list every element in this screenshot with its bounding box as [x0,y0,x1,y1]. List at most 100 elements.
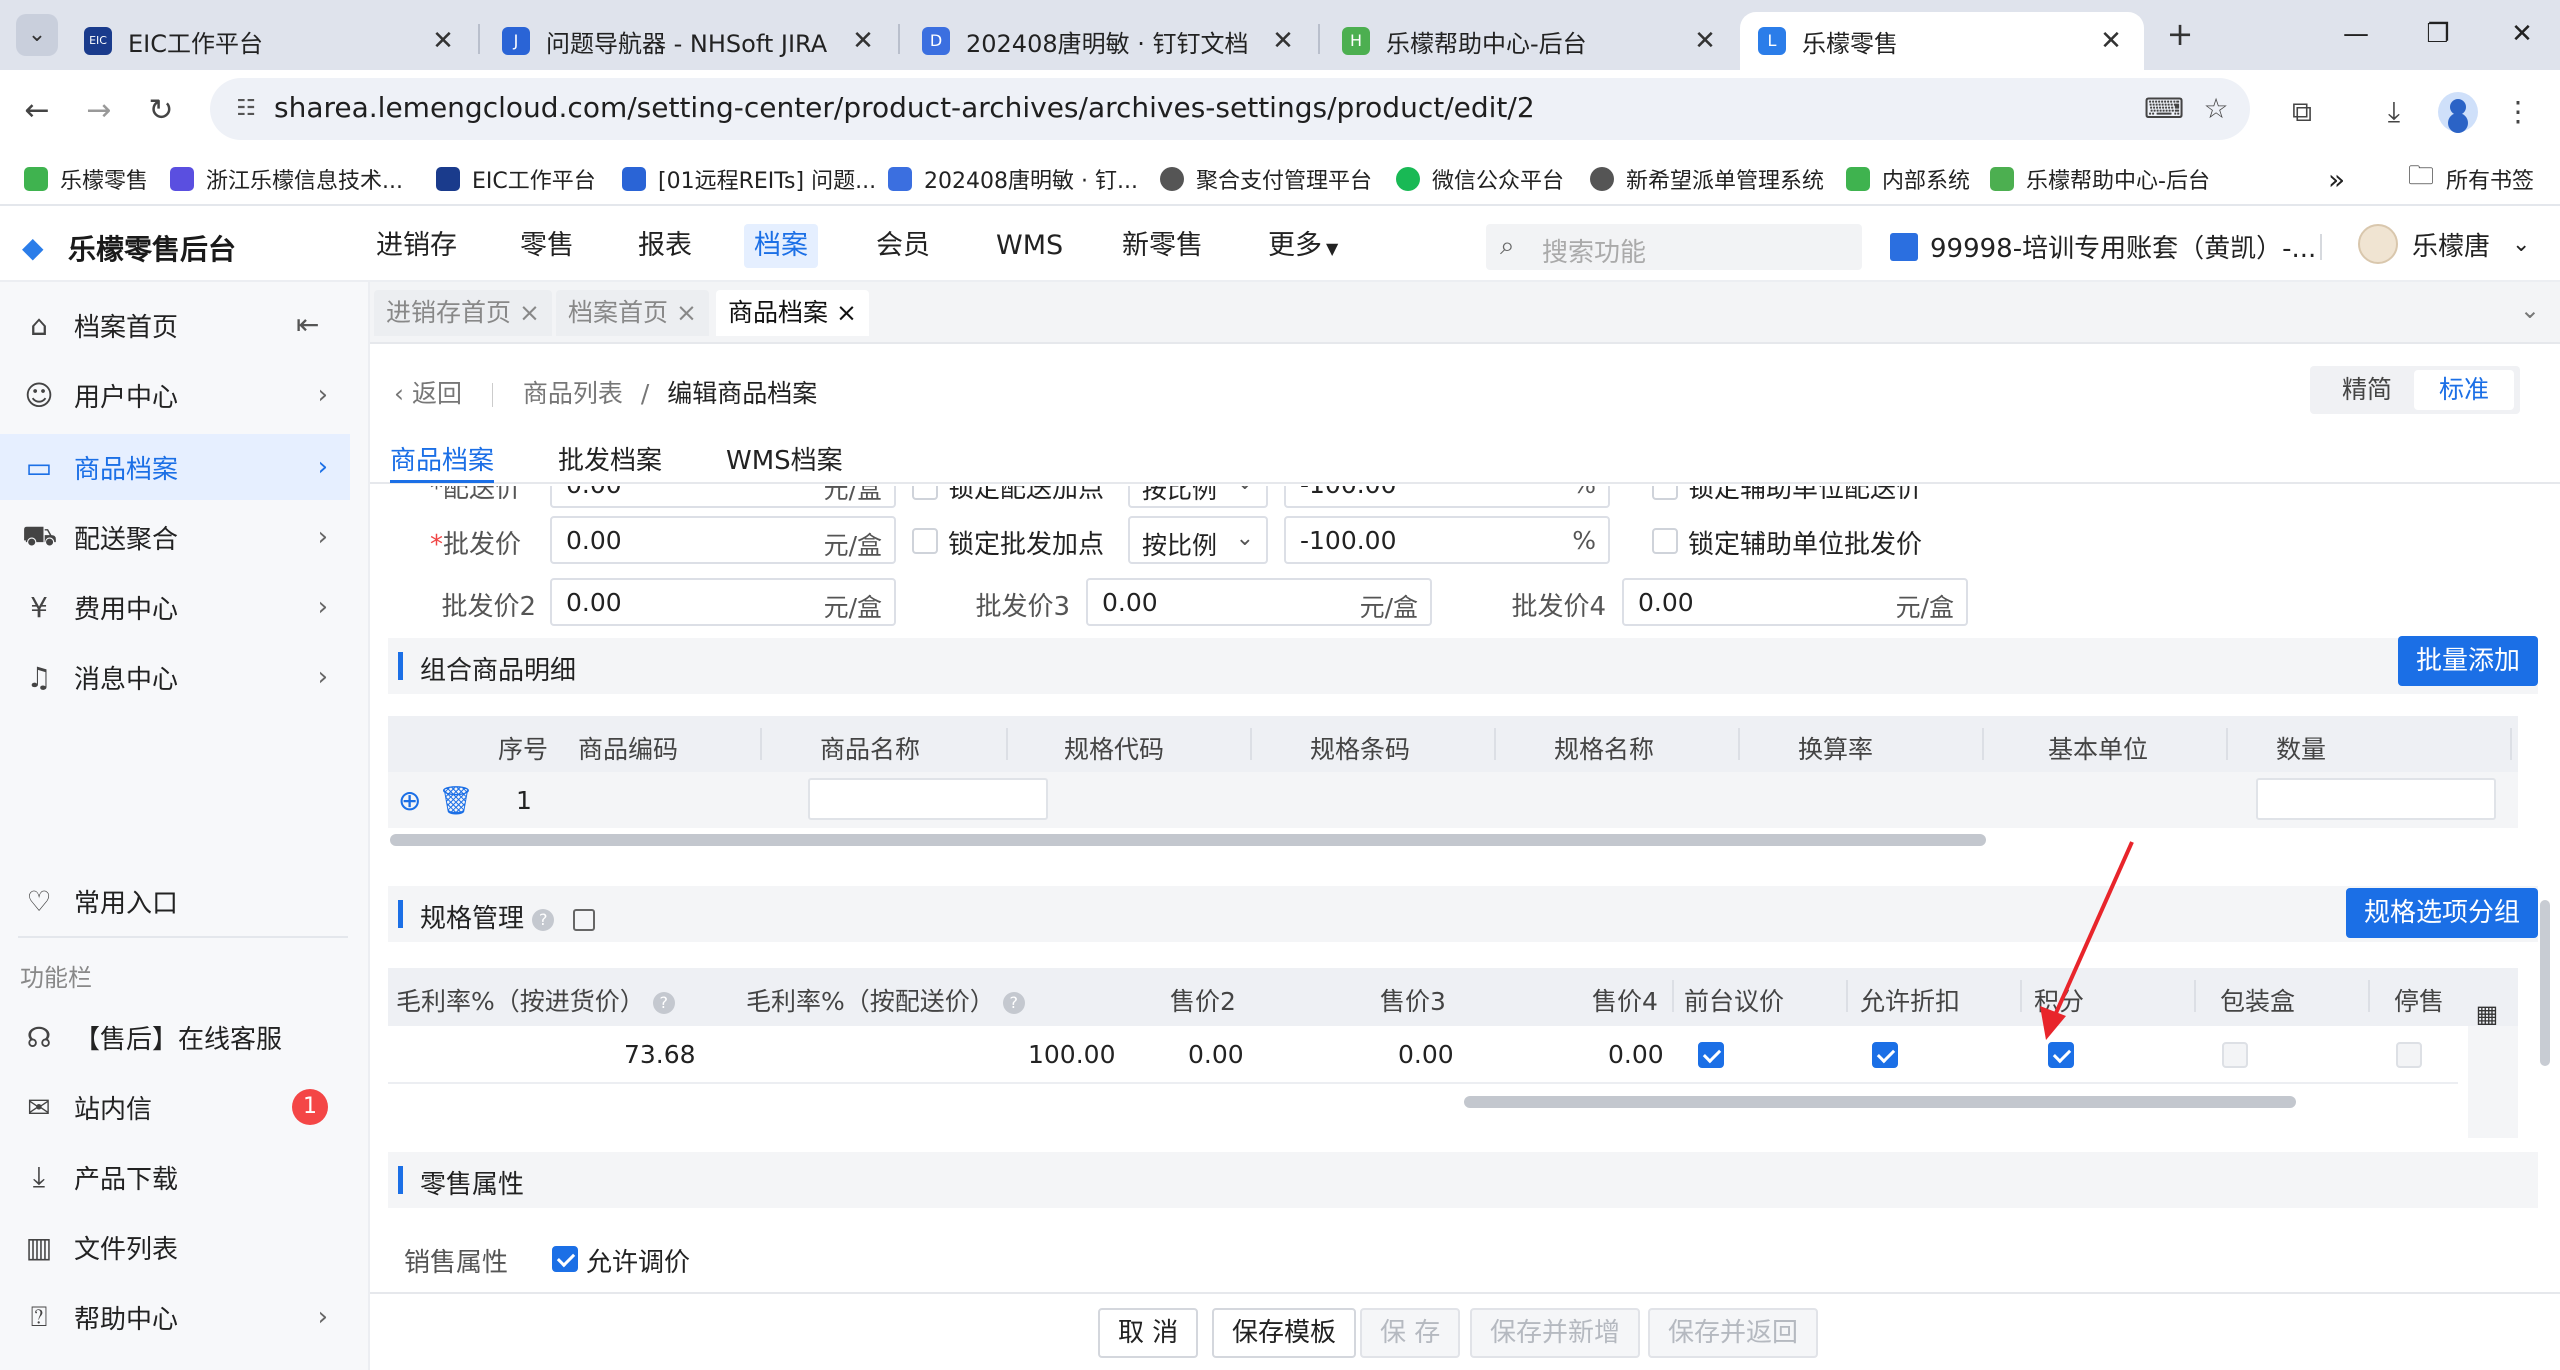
nav-inventory[interactable]: 进销存 [366,224,467,268]
bookmark-item[interactable]: 内部系统 [1846,162,1970,196]
sidebar-item-fees[interactable]: ¥ 费用中心 › [0,574,350,640]
form-scroll-area[interactable]: *配送价 0.00 元/盒 锁定配送加点 按比例 ⌄ -100.00 % 锁定辅… [370,486,2560,1292]
vertical-scrollbar[interactable] [2540,900,2550,1066]
spec-horizontal-scrollbar[interactable] [1464,1096,2296,1108]
bookmarks-overflow-icon[interactable]: » [2328,162,2345,196]
page-tab-product-archive[interactable]: 商品档案 × [716,290,869,336]
sidebar-item-product-archives[interactable]: ▭ 商品档案 › [0,434,350,500]
sidebar-item-product-download[interactable]: ⤓ 产品下载 [0,1144,350,1210]
bookmark-item[interactable]: [01远程REITs] 问题... [622,162,876,196]
save-template-button[interactable]: 保存模板 [1212,1308,1357,1358]
layout-icon[interactable] [572,908,595,931]
bookmark-item[interactable]: 聚合支付管理平台 [1160,162,1372,196]
sidebar-common-entry[interactable]: ♡ 常用入口 [0,868,350,934]
close-icon[interactable]: ✕ [428,26,458,56]
nav-wms[interactable]: WMS [986,224,1073,268]
wholesale-price4-input[interactable]: 0.00 元/盒 [1622,578,1968,626]
bookmark-item[interactable]: 微信公众平台 [1396,162,1564,196]
reload-icon[interactable]: ↻ [138,88,184,134]
url-text[interactable]: sharea.lemengcloud.com/setting-center/pr… [274,91,1535,124]
delivery-pct-input[interactable]: -100.00 % [1284,486,1610,508]
function-search[interactable]: ⌕ 搜索功能 [1486,224,1862,270]
bookmark-item[interactable]: 新希望派单管理系统 [1590,162,1824,196]
sidebar-item-file-list[interactable]: ▥ 文件列表 [0,1214,350,1280]
allow-discount-checkbox[interactable] [1872,1042,1898,1068]
product-name-input[interactable] [808,778,1048,820]
cancel-button[interactable]: 取 消 [1098,1308,1199,1358]
package-box-checkbox[interactable] [2222,1042,2248,1068]
wholesale-price3-input[interactable]: 0.00 元/盒 [1086,578,1432,626]
spec-group-button[interactable]: 规格选项分组 [2345,888,2538,938]
user-menu[interactable]: 乐檬唐 ⌄ [2358,224,2530,264]
translate-icon[interactable]: ⌨ [2144,91,2184,127]
profile-avatar[interactable] [2438,92,2478,132]
forward-arrow-icon[interactable]: → [76,88,122,134]
tab-wms-archive[interactable]: WMS档案 [726,440,843,477]
tabs-dropdown-icon[interactable]: ⌄ [2520,296,2540,324]
lock-aux-delivery-checkbox[interactable] [1652,486,1678,500]
delivery-mode-select[interactable]: 按比例 ⌄ [1128,486,1268,508]
mode-standard-button[interactable]: 标准 [2414,370,2514,410]
nav-members[interactable]: 会员 [866,224,940,268]
download-icon[interactable]: ⤓ [2372,90,2416,134]
brand[interactable]: ◆ 乐檬零售后台 [22,228,236,268]
delivery-price-input[interactable]: 0.00 元/盒 [550,486,896,508]
bookmark-item[interactable]: 202408唐明敏 · 钉... [888,162,1138,196]
browser-tab-help[interactable]: H 乐檬帮助中心-后台 ✕ [1324,12,1738,70]
bookmark-item[interactable]: 浙江乐檬信息技术... [170,162,403,196]
sidebar-item-inbox[interactable]: ✉ 站内信 1 [0,1074,350,1140]
close-icon[interactable]: ✕ [1690,26,1720,56]
back-link[interactable]: ‹ 返回 [394,379,462,408]
wholesale-price2-input[interactable]: 0.00 元/盒 [550,578,896,626]
save-and-new-button[interactable]: 保存并新增 [1470,1308,1641,1358]
save-button[interactable]: 保 存 [1360,1308,1461,1358]
collapse-sidebar-icon[interactable]: ⇤ [296,308,319,341]
breadcrumb-parent[interactable]: 商品列表 [523,379,623,408]
browser-tab-dingtalk[interactable]: D 202408唐明敏 · 钉钉文档 ✕ [904,12,1316,70]
tab-product-archive[interactable]: 商品档案 [390,440,495,483]
lock-wholesale-markup-checkbox[interactable] [912,528,938,554]
add-row-icon[interactable]: ⊕ [398,784,421,817]
star-icon[interactable]: ☆ [2198,91,2234,127]
tab-search-icon[interactable]: ⌄ [16,14,58,56]
extensions-icon[interactable]: ⧉ [2280,90,2324,134]
sidebar-item-delivery[interactable]: ⛟ 配送聚合 › [0,504,350,570]
points-checkbox[interactable] [2048,1042,2074,1068]
save-and-return-button[interactable]: 保存并返回 [1648,1308,1819,1358]
sidebar-item-user-center[interactable]: ☺ 用户中心 › [0,362,350,428]
close-icon[interactable]: ✕ [848,26,878,56]
help-icon[interactable]: ? [1002,992,1025,1014]
delete-row-icon[interactable]: 🗑 [438,784,474,817]
all-bookmarks[interactable]: 🗀 所有书签 [2408,161,2534,196]
bargain-checkbox[interactable] [1698,1042,1724,1068]
address-bar[interactable]: ☷ sharea.lemengcloud.com/setting-center/… [210,78,2250,140]
help-icon[interactable]: ? [532,908,555,931]
allow-price-adjust-checkbox[interactable] [552,1246,578,1272]
help-icon[interactable]: ? [652,992,675,1014]
quantity-input[interactable] [2256,778,2496,820]
lock-aux-wholesale-checkbox[interactable] [1652,528,1678,554]
page-tab-archive-home[interactable]: 档案首页 × [556,290,709,336]
stop-sale-checkbox[interactable] [2396,1042,2422,1068]
page-tab-inventory-home[interactable]: 进销存首页 × [374,290,552,336]
tab-wholesale-archive[interactable]: 批发档案 [558,440,662,477]
bookmark-item[interactable]: EIC工作平台 [436,162,596,196]
bookmark-item[interactable]: 乐檬零售 [24,162,148,196]
mode-simple-button[interactable]: 精简 [2322,372,2412,408]
close-icon[interactable]: ✕ [2096,26,2126,56]
back-arrow-icon[interactable]: ← [14,88,60,134]
combo-horizontal-scrollbar[interactable] [390,834,1986,846]
restore-icon[interactable]: ❐ [2408,14,2468,54]
nav-retail[interactable]: 零售 [510,224,584,268]
more-menu-icon[interactable]: ⋮ [2496,90,2540,134]
window-close-icon[interactable]: ✕ [2492,14,2552,54]
minimize-icon[interactable]: — [2326,14,2386,54]
sidebar-item-messages[interactable]: ♫ 消息中心 › [0,644,350,710]
account-selector[interactable]: 99998-培训专用账套（黄凯）-... [1890,228,2316,265]
nav-more[interactable]: 更多 ▼ [1258,224,1348,268]
lock-delivery-markup-checkbox[interactable] [912,486,938,500]
close-icon[interactable]: ✕ [1268,26,1298,56]
wholesale-pct-input[interactable]: -100.00 % [1284,516,1610,564]
sidebar-item-help-center[interactable]: ⍰ 帮助中心 › [0,1284,350,1350]
bookmark-item[interactable]: 乐檬帮助中心-后台 [1990,162,2210,196]
